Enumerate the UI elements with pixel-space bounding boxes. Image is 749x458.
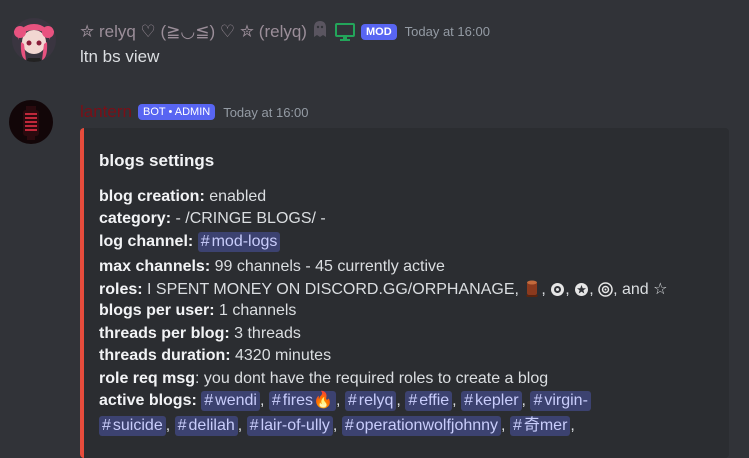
channel-name: operationwolfjohnny	[355, 417, 499, 434]
channel-name: lair-of-ully	[260, 417, 330, 434]
field-blog-creation: blog creation: enabled	[99, 188, 267, 205]
mod-badge: MOD	[360, 23, 397, 40]
channel-mention[interactable]: # virgin-	[530, 391, 591, 411]
field-max-channels: max channels: 99 channels - 45 currently…	[99, 258, 445, 275]
channel-mention[interactable]: # 奇mer	[509, 416, 571, 436]
field-roles: roles: I SPENT MONEY ON DISCORD.GG/ORPHA…	[99, 279, 667, 303]
hash-icon: #	[464, 392, 473, 409]
target-badge-icon	[598, 282, 613, 303]
hash-icon: #	[408, 392, 418, 409]
channel-name: relyq	[358, 392, 394, 409]
field-role-req-msg: role req msg: you dont have the required…	[99, 370, 549, 387]
stump-icon	[523, 279, 541, 303]
message-text: ltn bs view	[80, 47, 160, 66]
channel-mention[interactable]: # operationwolfjohnny	[341, 416, 502, 436]
star-badge-icon	[574, 282, 589, 303]
channel-name: virgin-	[544, 392, 588, 409]
field-blogs-per-user: blogs per user: 1 channels	[99, 302, 297, 319]
bot-avatar[interactable]	[9, 100, 53, 144]
channel-mention[interactable]: # kepler	[461, 391, 522, 411]
channel-mention[interactable]: # mod-logs	[197, 232, 281, 252]
timestamp[interactable]: Today at 16:00	[223, 105, 308, 120]
channel-mention[interactable]: # fires🔥	[268, 391, 336, 411]
channel-mention[interactable]: # relyq	[344, 391, 397, 411]
channel-name: 奇mer	[523, 417, 568, 434]
field-threads-per-blog: threads per blog: 3 threads	[99, 325, 301, 342]
channel-mention[interactable]: # wendi	[201, 391, 260, 411]
desktop-icon	[334, 22, 355, 41]
channel-mention[interactable]: # delilah	[174, 416, 238, 436]
hash-icon: #	[512, 417, 522, 434]
username[interactable]: ✮ relyq ♡ (≧◡≦) ♡ ✮ (relyq)	[80, 22, 307, 42]
hash-icon: #	[204, 392, 214, 409]
user-avatar[interactable]	[12, 18, 56, 62]
ghost-icon	[313, 20, 327, 43]
field-category: category: - /CRINGE BLOGS/ -	[99, 210, 326, 227]
hash-icon: #	[533, 392, 543, 409]
channel-name: wendi	[215, 392, 257, 409]
hash-icon: #	[271, 392, 281, 409]
channel-name: fires🔥	[282, 392, 333, 409]
timestamp[interactable]: Today at 16:00	[405, 24, 490, 39]
hash-icon: #	[177, 417, 187, 434]
field-active-blogs: active blogs: # wendi, # fires🔥, # relyq, #…	[99, 391, 591, 411]
embed: blogs settings blog creation: enabled ca…	[80, 128, 729, 458]
bot-badge: BOT • ADMIN	[137, 104, 216, 120]
channel-name: suicide	[112, 417, 163, 434]
field-log-channel: log channel: # mod-logs	[99, 232, 281, 252]
channel-mention[interactable]: # suicide	[99, 416, 166, 436]
hash-icon: #	[344, 417, 354, 434]
hash-icon: #	[102, 417, 111, 434]
channel-name: kepler	[474, 392, 519, 409]
hash-icon: #	[347, 392, 357, 409]
sparkle-badge-icon	[550, 282, 565, 303]
username[interactable]: lantern	[80, 102, 132, 122]
field-threads-duration: threads duration: 4320 minutes	[99, 347, 332, 364]
channel-mention[interactable]: # effie	[405, 391, 453, 411]
embed-title: blogs settings	[99, 151, 215, 170]
channel-mention[interactable]: # lair-of-ully	[246, 416, 333, 436]
channel-name: delilah	[188, 417, 235, 434]
field-active-blogs-cont: # suicide, # delilah, # lair-of-ully, # oper…	[99, 416, 575, 436]
hash-icon: #	[249, 417, 259, 434]
channel-name: effie	[419, 392, 450, 409]
